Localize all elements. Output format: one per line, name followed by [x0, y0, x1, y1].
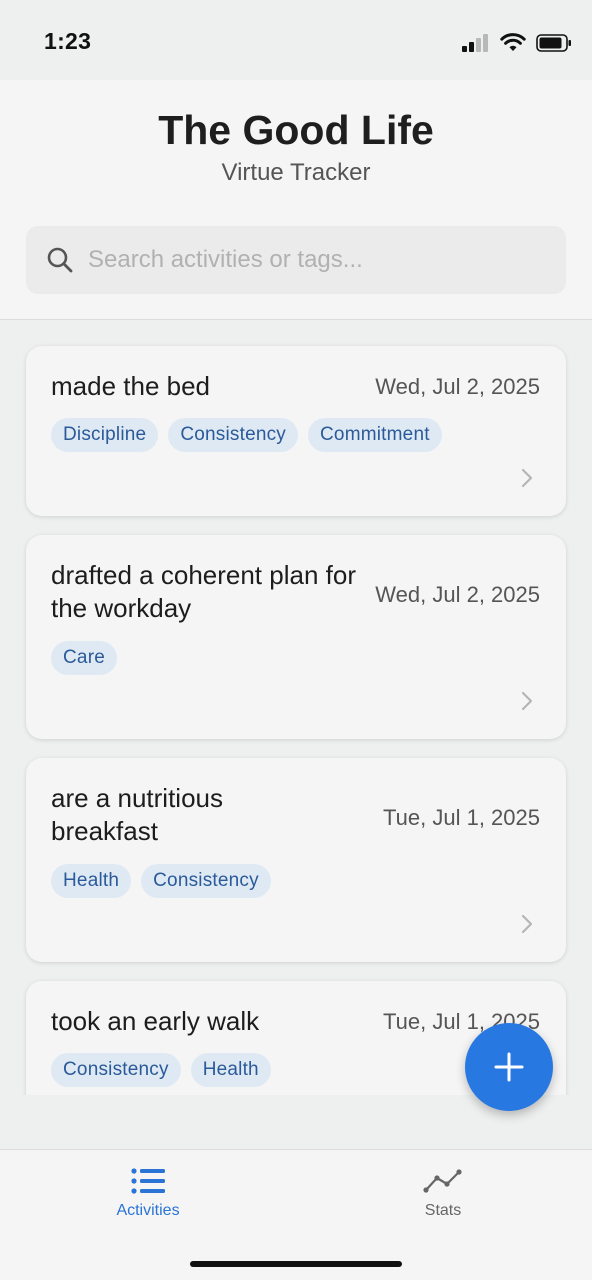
list-icon: [131, 1168, 165, 1194]
tag-list: Discipline Consistency Commitment: [51, 418, 442, 452]
activity-title: are a nutritious breakfast: [51, 783, 223, 846]
activity-title: made the bed: [51, 371, 211, 401]
wifi-icon: [500, 33, 526, 51]
chevron-right-icon: [521, 468, 533, 488]
tab-activities[interactable]: Activities: [68, 1168, 228, 1228]
tag-chip[interactable]: Commitment: [308, 418, 442, 452]
tag-chip[interactable]: Consistency: [141, 864, 271, 898]
app-title: The Good Life: [158, 107, 434, 153]
activity-title: drafted a coherent plan for the workday: [51, 560, 356, 623]
status-icons: [462, 30, 572, 56]
activity-date: Tue, Jul 1, 2025: [383, 805, 540, 830]
activity-card[interactable]: are a nutritious breakfast Tue, Jul 1, 2…: [26, 758, 566, 962]
tag-list: Consistency Health: [51, 1053, 271, 1087]
tag-chip[interactable]: Consistency: [168, 418, 299, 452]
battery-icon: [536, 34, 571, 52]
activity-list[interactable]: made the bed Wed, Jul 2, 2025 Discipline…: [0, 321, 592, 1095]
tag-chip[interactable]: Health: [51, 864, 132, 898]
chevron-right-icon: [521, 691, 533, 711]
status-time: 1:23: [44, 28, 92, 54]
line-chart-icon: [423, 1169, 462, 1193]
search-bar[interactable]: [26, 226, 566, 294]
activity-title: took an early walk: [51, 1006, 260, 1036]
tag-chip[interactable]: Health: [190, 1053, 271, 1087]
plus-icon: [494, 1052, 524, 1082]
search-icon: [47, 247, 73, 273]
activity-date: Wed, Jul 2, 2025: [375, 374, 540, 399]
activity-card[interactable]: drafted a coherent plan for the workday …: [26, 535, 566, 739]
home-indicator: [190, 1261, 402, 1267]
app-subtitle: Virtue Tracker: [221, 159, 371, 186]
tag-chip[interactable]: Care: [51, 641, 117, 675]
app-header: The Good Life Virtue Tracker: [0, 80, 592, 320]
cellular-signal-icon: [462, 34, 488, 52]
activity-date: Wed, Jul 2, 2025: [375, 582, 540, 607]
tab-stats[interactable]: Stats: [363, 1168, 523, 1228]
tab-label: Activities: [116, 1202, 180, 1219]
tag-list: Health Consistency: [51, 864, 271, 898]
search-input[interactable]: [88, 226, 548, 294]
add-activity-button[interactable]: [465, 1023, 553, 1111]
tab-label: Stats: [424, 1202, 462, 1219]
tag-chip[interactable]: Discipline: [51, 418, 159, 452]
status-bar: 1:23: [0, 0, 592, 80]
chevron-right-icon: [521, 914, 533, 934]
tag-chip[interactable]: Consistency: [51, 1053, 181, 1087]
tag-list: Care: [51, 641, 117, 675]
activity-card[interactable]: made the bed Wed, Jul 2, 2025 Discipline…: [26, 346, 566, 516]
tab-bar: Activities Stats: [0, 1149, 592, 1280]
